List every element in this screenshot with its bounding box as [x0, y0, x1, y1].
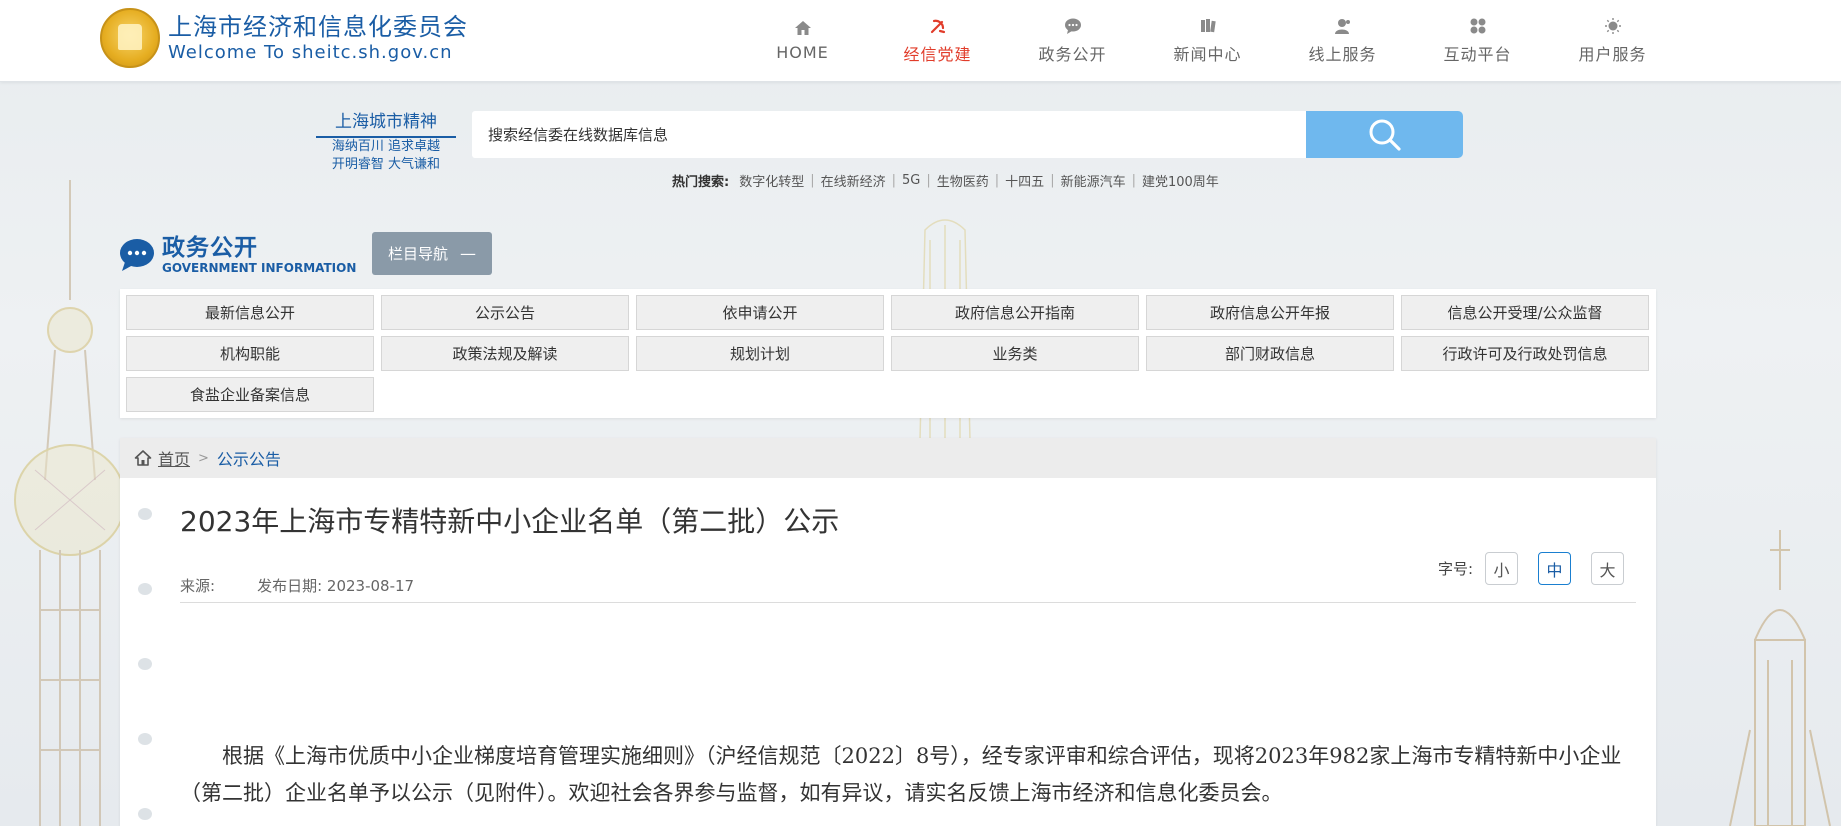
hot-search-divider: | [994, 173, 1000, 188]
search-input[interactable] [472, 111, 1306, 158]
font-size-large-button[interactable]: 大 [1591, 552, 1625, 585]
article-title: 2023年上海市专精特新中小企业名单（第二批）公示 [180, 505, 840, 538]
section-subtitle: GOVERNMENT INFORMATION [162, 261, 357, 275]
user-service-icon [1334, 18, 1350, 34]
site-header: 上海市经济和信息化委员会 Welcome To sheitc.sh.gov.cn… [0, 0, 1841, 82]
hot-search-divider: | [1131, 173, 1136, 188]
article-panel: 首页 > 公示公告 2023年上海市专精特新中小企业名单（第二批）公示 来源: 发… [120, 438, 1656, 826]
category-link[interactable]: 政策法规及解读 [381, 336, 629, 371]
nav-item-party[interactable]: 经信党建 [870, 0, 1005, 81]
home-icon [794, 21, 811, 35]
meta-divider [180, 602, 1636, 603]
column-nav-label: 栏目导航 [387, 245, 448, 263]
category-link[interactable]: 依申请公开 [636, 295, 884, 330]
section-title: 政务公开 [162, 235, 258, 261]
article-meta: 来源: 发布日期: 2023-08-17 [180, 575, 414, 596]
nav-label: 互动平台 [1443, 44, 1512, 64]
nav-label: 经信党建 [903, 44, 972, 64]
hot-search-divider: | [810, 173, 815, 188]
hot-search-bar: 热门搜索: 数字化转型 | 在线新经济 | 5G | 生物医药 | 十四五 | … [672, 171, 1219, 190]
city-spirit-line: 开明睿智 大气谦和 [331, 157, 441, 172]
search-icon [1369, 119, 1401, 151]
city-spirit-block: 上海城市精神 海纳百川 追求卓越 开明睿智 大气谦和 [316, 110, 456, 174]
breadcrumb-current-link[interactable]: 公示公告 [217, 446, 281, 470]
nav-item-news[interactable]: 新闻中心 [1140, 0, 1275, 81]
hot-search-item[interactable]: 数字化转型 [739, 171, 804, 190]
user-icon [1604, 17, 1621, 34]
hot-search-label: 热门搜索: [672, 175, 730, 190]
nav-item-home[interactable]: HOME [735, 0, 870, 81]
nav-label: 用户服务 [1578, 44, 1647, 64]
font-size-small-button[interactable]: 小 [1485, 552, 1519, 585]
hot-search-item[interactable]: 5G [902, 173, 920, 188]
category-link[interactable]: 食盐企业备案信息 [126, 377, 374, 412]
article-body: 根据《上海市优质中小企业梯度培育管理实施细则》（沪经信规范〔2022〕8号），经… [180, 744, 1622, 805]
logo-title-en: Welcome To sheitc.sh.gov.cn [168, 42, 453, 63]
nav-item-gov-info[interactable]: 政务公开 [1005, 0, 1140, 81]
logo-title-cn: 上海市经济和信息化委员会 [168, 13, 468, 41]
category-link[interactable]: 最新信息公开 [126, 295, 374, 330]
category-link[interactable]: 业务类 [891, 336, 1139, 371]
home-icon [134, 450, 152, 466]
logo-text: 上海市经济和信息化委员会 Welcome To sheitc.sh.gov.cn [168, 12, 468, 64]
category-link[interactable]: 部门财政信息 [1146, 336, 1394, 371]
date-label: 发布日期: [257, 577, 323, 595]
hot-search-item[interactable]: 生物医药 [937, 171, 989, 190]
font-size-switcher: 字号: 小 中 大 [1438, 552, 1644, 585]
interaction-icon [1470, 18, 1485, 33]
font-size-medium-button[interactable]: 中 [1538, 552, 1572, 585]
category-grid: 最新信息公开 公示公告 依申请公开 政府信息公开指南 政府信息公开年报 信息公开… [120, 289, 1656, 418]
party-emblem-icon [930, 19, 945, 33]
nav-label: HOME [776, 43, 829, 62]
font-size-label: 字号: [1438, 560, 1474, 578]
nav-item-online-service[interactable]: 线上服务 [1275, 0, 1410, 81]
news-icon [1200, 18, 1216, 32]
hot-search-item[interactable]: 建党100周年 [1142, 171, 1219, 190]
column-nav-toggle-button[interactable]: 栏目导航 — [372, 232, 492, 275]
hot-search-divider: | [891, 173, 897, 188]
category-link[interactable]: 信息公开受理/公众监督 [1401, 295, 1649, 330]
hot-search-divider: | [926, 173, 931, 188]
nav-label: 线上服务 [1308, 44, 1377, 64]
hot-search-item[interactable]: 十四五 [1005, 171, 1044, 190]
category-link[interactable]: 规划计划 [636, 336, 884, 371]
section-heading: 政务公开 GOVERNMENT INFORMATION [119, 232, 356, 278]
decorative-dot [138, 808, 152, 820]
collapse-icon: — [460, 244, 476, 263]
hot-search-divider: | [1050, 173, 1055, 188]
category-link[interactable]: 公示公告 [381, 295, 629, 330]
nav-item-interaction[interactable]: 互动平台 [1410, 0, 1545, 81]
site-logo[interactable]: 上海市经济和信息化委员会 Welcome To sheitc.sh.gov.cn [100, 8, 468, 68]
breadcrumb-separator: > [198, 450, 209, 466]
city-spirit-line: 海纳百川 追求卓越 [331, 139, 441, 154]
decorative-dot [138, 508, 152, 520]
nav-label: 新闻中心 [1173, 44, 1242, 64]
source-label: 来源: [180, 577, 216, 595]
hot-search-item[interactable]: 新能源汽车 [1061, 171, 1126, 190]
category-link[interactable]: 行政许可及行政处罚信息 [1401, 336, 1649, 371]
breadcrumb-home-link[interactable]: 首页 [158, 446, 190, 470]
nav-item-user-service[interactable]: 用户服务 [1545, 0, 1680, 81]
decorative-dot [138, 733, 152, 745]
nav-label: 政务公开 [1038, 44, 1107, 64]
search-button[interactable] [1306, 111, 1463, 158]
city-spirit-title: 上海城市精神 [316, 110, 456, 138]
category-link[interactable]: 政府信息公开指南 [891, 295, 1139, 330]
main-nav: HOME 经信党建 政务公开 新闻中心 线上服务 互动平台 用户服务 [735, 0, 1680, 81]
publish-date: 2023-08-17 [326, 577, 415, 595]
hot-search-item[interactable]: 在线新经济 [821, 171, 886, 190]
decorative-dot [138, 583, 152, 595]
category-link[interactable]: 机构职能 [126, 336, 374, 371]
decorative-dot [138, 658, 152, 670]
chat-icon [1064, 18, 1081, 34]
church-tower-illustration [1729, 530, 1831, 826]
breadcrumb: 首页 > 公示公告 [120, 438, 1656, 478]
shanghai-emblem-icon [100, 8, 160, 68]
category-link[interactable]: 政府信息公开年报 [1146, 295, 1394, 330]
section-titles: 政务公开 GOVERNMENT INFORMATION [162, 235, 356, 275]
chat-bubble-icon [120, 239, 154, 271]
